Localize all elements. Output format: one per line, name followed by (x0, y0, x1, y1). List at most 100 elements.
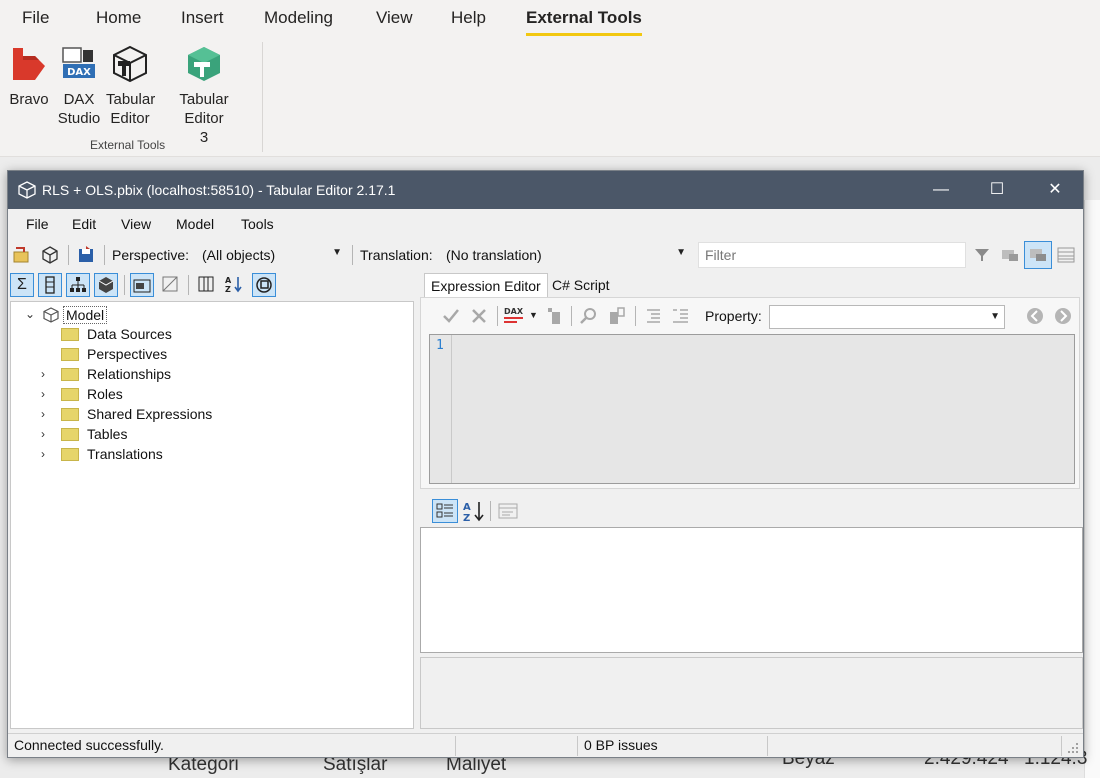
folder-icon (61, 388, 79, 401)
show-hierarchies-icon[interactable] (66, 273, 90, 297)
find-icon[interactable] (579, 306, 599, 326)
show-dependencies-icon[interactable] (1000, 245, 1020, 265)
grid-view-icon[interactable] (1056, 245, 1076, 265)
bp-issues-status[interactable]: 0 BP issues (580, 736, 768, 756)
comment-lines-icon[interactable] (643, 306, 663, 326)
menu-model[interactable]: Model (176, 216, 214, 232)
tab-home[interactable]: Home (96, 8, 141, 28)
tabular-editor-label-1: Tabular (106, 91, 156, 108)
dax-format-text: DAX (504, 307, 524, 316)
tree-item-shared-expressions[interactable]: › Shared Expressions (41, 405, 261, 425)
translation-select[interactable]: (No translation) ▼ (440, 243, 690, 267)
tree-item-perspectives[interactable]: Perspectives (43, 345, 243, 365)
load-from-db-icon[interactable] (40, 245, 60, 265)
minimize-button[interactable]: — (918, 171, 964, 209)
menu-file[interactable]: File (26, 216, 49, 232)
tree-item-tables[interactable]: › Tables (41, 425, 241, 445)
show-hidden-icon[interactable] (158, 273, 182, 297)
accept-check-icon[interactable] (441, 306, 461, 326)
expression-editor-panel: DAX ▼ Property: ▼ 1 (420, 297, 1080, 489)
bravo-label: Bravo (9, 91, 49, 108)
show-all-objects-icon[interactable] (252, 273, 276, 297)
forward-arrow-icon[interactable] (1053, 306, 1073, 326)
tree-item-label: Relationships (87, 366, 172, 382)
show-measures-sigma-icon[interactable]: Σ (10, 273, 34, 297)
menu-view[interactable]: View (121, 216, 151, 232)
editor-tabs: Expression Editor C# Script (420, 271, 1083, 297)
translation-value: (No translation) (446, 247, 542, 263)
tab-csharp-script[interactable]: C# Script (546, 273, 616, 297)
close-button[interactable]: ✕ (1032, 171, 1078, 209)
folder-icon (61, 448, 79, 461)
dax-text: DAX (67, 67, 91, 78)
tree-toolbar: Σ AZ (8, 271, 418, 301)
chevron-right-icon[interactable]: › (41, 367, 55, 381)
chevron-down-icon[interactable]: ▼ (529, 310, 538, 320)
tree-item-relationships[interactable]: › Relationships (41, 365, 241, 385)
expression-toolbar: DAX ▼ Property: ▼ (421, 302, 1077, 330)
chevron-down-icon[interactable]: ⌄ (25, 307, 39, 321)
tab-modeling[interactable]: Modeling (264, 8, 333, 28)
model-cube-icon (43, 307, 59, 323)
chevron-right-icon[interactable]: › (41, 387, 55, 401)
toolbar-separator (104, 245, 105, 265)
resize-grip-icon[interactable] (1067, 742, 1079, 754)
menu-tools[interactable]: Tools (241, 216, 274, 232)
open-icon[interactable] (12, 245, 32, 265)
property-grid[interactable] (420, 527, 1083, 653)
tab-view[interactable]: View (376, 8, 413, 28)
column-view-icon[interactable] (194, 273, 218, 297)
tree-root-model[interactable]: ⌄ Model (25, 305, 145, 325)
folder-icon (61, 328, 79, 341)
uncomment-lines-icon[interactable] (671, 306, 691, 326)
toggle-info-columns-button[interactable] (1024, 241, 1052, 269)
tree-item-label: Tables (87, 426, 128, 442)
property-pages-icon[interactable] (498, 502, 518, 520)
tab-insert[interactable]: Insert (181, 8, 224, 28)
filter-icon[interactable] (972, 245, 992, 265)
insert-table-icon[interactable] (543, 306, 563, 326)
chevron-right-icon[interactable]: › (41, 407, 55, 421)
line-number-gutter: 1 (430, 335, 452, 483)
property-select[interactable]: ▼ (769, 305, 1005, 329)
tab-help[interactable]: Help (451, 8, 486, 28)
filter-placeholder: Filter (705, 247, 737, 263)
sort-az-icon[interactable]: AZ (222, 273, 246, 297)
show-display-folders-icon[interactable] (130, 273, 154, 297)
filter-input[interactable]: Filter (698, 242, 966, 268)
window-titlebar[interactable]: RLS + OLS.pbix (localhost:58510) - Tabul… (8, 171, 1083, 209)
perspective-select[interactable]: (All objects) ▼ (196, 243, 346, 267)
tabular-editor-3-button[interactable]: Tabular Editor 3 (158, 44, 250, 147)
tabular-editor-button[interactable]: Tabular Editor (106, 44, 156, 128)
svg-text:A: A (225, 276, 232, 285)
chevron-right-icon[interactable]: › (41, 427, 55, 441)
expression-code-editor[interactable]: 1 (429, 334, 1075, 484)
tree-root-label: Model (63, 306, 108, 324)
tab-external-tools[interactable]: External Tools (526, 8, 642, 36)
line-number: 1 (436, 338, 444, 353)
show-columns-icon[interactable] (38, 273, 62, 297)
sort-alphabetical-icon[interactable]: AZ (462, 499, 486, 523)
back-arrow-icon[interactable] (1025, 306, 1045, 326)
bravo-button[interactable]: Bravo (8, 44, 50, 109)
tabular-editor-3-label-2: 3 (199, 129, 209, 146)
svg-text:A: A (463, 502, 471, 513)
tree-item-roles[interactable]: › Roles (41, 385, 241, 405)
dax-format-icon[interactable]: DAX (503, 304, 525, 328)
cancel-x-icon[interactable] (469, 306, 489, 326)
show-partitions-icon[interactable] (94, 273, 118, 297)
menu-edit[interactable]: Edit (72, 216, 96, 232)
maximize-button[interactable]: ☐ (974, 171, 1020, 209)
tab-file[interactable]: File (22, 8, 49, 28)
save-icon[interactable] (76, 245, 96, 265)
tab-expression-editor[interactable]: Expression Editor (424, 273, 548, 297)
dax-studio-button[interactable]: DAX DAX Studio (56, 44, 102, 128)
chevron-right-icon[interactable]: › (41, 447, 55, 461)
tabular-editor-icon (110, 44, 150, 84)
svg-text:Z: Z (225, 285, 231, 294)
dax-studio-label-2: Studio (57, 110, 101, 127)
replace-icon[interactable] (607, 306, 627, 326)
tree-item-data-sources[interactable]: Data Sources (43, 325, 243, 345)
categorized-view-button[interactable] (432, 499, 458, 523)
tree-item-translations[interactable]: › Translations (41, 445, 241, 465)
